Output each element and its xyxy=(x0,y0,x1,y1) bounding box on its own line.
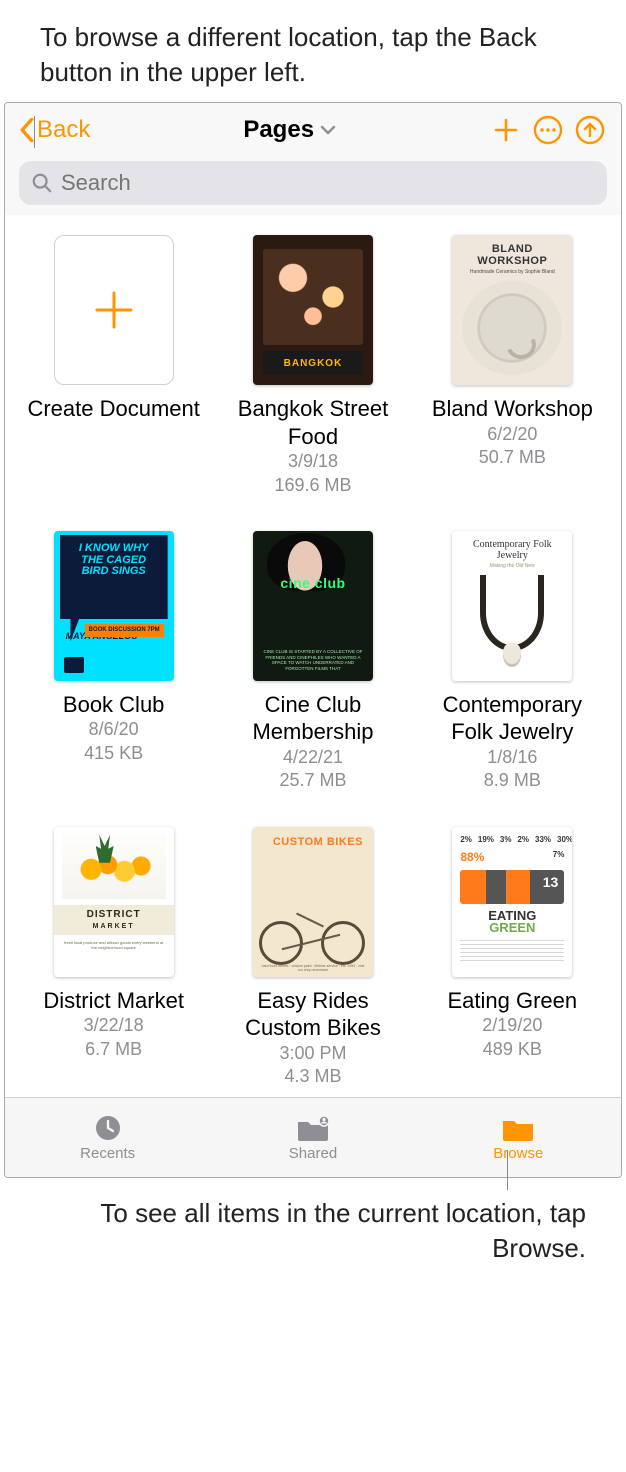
document-size: 415 KB xyxy=(84,742,143,765)
chevron-left-icon xyxy=(19,118,35,142)
document-title: Bangkok Street Food xyxy=(223,395,403,450)
document-date: 3/9/18 xyxy=(288,450,338,473)
create-document-thumb xyxy=(54,235,174,385)
callout-bottom: To see all items in the current location… xyxy=(0,1178,626,1296)
tab-label: Browse xyxy=(493,1145,543,1162)
chevron-down-icon xyxy=(320,124,336,136)
callout-top: To browse a different location, tap the … xyxy=(0,0,626,90)
document-size: 50.7 MB xyxy=(479,446,546,469)
document-date: 3/22/18 xyxy=(84,1014,144,1037)
tab-browse[interactable]: Browse xyxy=(416,1098,621,1177)
document-thumb: 2% 19% 3% 2% 33% 30% 88% 7% 13 EATINGGRE… xyxy=(452,827,572,977)
document-item[interactable]: Contemporary Folk Jewelry Making the Old… xyxy=(418,531,607,793)
callout-bottom-text: To see all items in the current location… xyxy=(100,1198,586,1263)
clock-icon xyxy=(89,1113,127,1143)
document-thumb: CUSTOM BIKES hand built frames · custom … xyxy=(253,827,373,977)
document-size: 169.6 MB xyxy=(274,474,351,497)
tab-shared[interactable]: Shared xyxy=(210,1098,415,1177)
add-button[interactable] xyxy=(489,113,523,147)
document-item[interactable]: BANGKOK Bangkok Street Food 3/9/18 169.6… xyxy=(218,235,407,497)
document-item[interactable]: DISTRICTMARKET fresh local produce and a… xyxy=(19,827,208,1089)
document-title: Bland Workshop xyxy=(432,395,593,423)
back-label: Back xyxy=(37,116,90,144)
document-thumb: I KNOW WHY THE CAGED BIRD SINGS MAYA ANG… xyxy=(54,531,174,681)
document-size: 4.3 MB xyxy=(284,1065,341,1088)
search-input[interactable] xyxy=(61,170,595,196)
document-thumb: DISTRICTMARKET fresh local produce and a… xyxy=(54,827,174,977)
document-title: Eating Green xyxy=(448,987,578,1015)
document-item[interactable]: I KNOW WHY THE CAGED BIRD SINGS MAYA ANG… xyxy=(19,531,208,793)
create-document-button[interactable]: Create Document xyxy=(19,235,208,497)
document-date: 6/2/20 xyxy=(487,423,537,446)
document-item[interactable]: BLAND WORKSHOP Handmade Ceramics by Soph… xyxy=(418,235,607,497)
document-thumb: BLAND WORKSHOP Handmade Ceramics by Soph… xyxy=(452,235,572,385)
document-title: Book Club xyxy=(63,691,165,719)
create-document-label: Create Document xyxy=(27,395,199,423)
document-thumb: Contemporary Folk Jewelry Making the Old… xyxy=(452,531,572,681)
tab-label: Recents xyxy=(80,1145,135,1162)
toolbar: Back Pages xyxy=(5,103,621,155)
upload-icon xyxy=(575,115,605,145)
search-field[interactable] xyxy=(19,161,607,205)
document-item[interactable]: 2% 19% 3% 2% 33% 30% 88% 7% 13 EATINGGRE… xyxy=(418,827,607,1089)
tab-recents[interactable]: Recents xyxy=(5,1098,210,1177)
callout-top-text: To browse a different location, tap the … xyxy=(40,22,537,87)
document-size: 8.9 MB xyxy=(484,769,541,792)
shared-folder-icon xyxy=(294,1113,332,1143)
document-date: 3:00 PM xyxy=(279,1042,346,1065)
plus-icon xyxy=(91,287,137,333)
document-item[interactable]: cine club CINE CLUB IS STARTED BY A COLL… xyxy=(218,531,407,793)
document-date: 8/6/20 xyxy=(89,718,139,741)
callout-leader xyxy=(34,116,35,148)
tab-label: Shared xyxy=(289,1145,337,1162)
location-title: Pages xyxy=(243,116,314,144)
back-button[interactable]: Back xyxy=(19,116,90,144)
document-date: 1/8/16 xyxy=(487,746,537,769)
location-title-button[interactable]: Pages xyxy=(243,116,336,144)
documents-grid: Create Document BANGKOK Bangkok Street F… xyxy=(5,215,621,1096)
document-thumb: BANGKOK xyxy=(253,235,373,385)
document-thumb: cine club CINE CLUB IS STARTED BY A COLL… xyxy=(253,531,373,681)
plus-icon xyxy=(492,116,520,144)
document-item[interactable]: CUSTOM BIKES hand built frames · custom … xyxy=(218,827,407,1089)
app-window: Back Pages Create Document xyxy=(4,102,622,1177)
document-size: 25.7 MB xyxy=(279,769,346,792)
document-title: District Market xyxy=(43,987,184,1015)
document-title: Contemporary Folk Jewelry xyxy=(422,691,602,746)
more-button[interactable] xyxy=(531,113,565,147)
folder-icon xyxy=(499,1113,537,1143)
callout-leader xyxy=(507,1150,508,1190)
document-date: 2/19/20 xyxy=(482,1014,542,1037)
document-title: Easy Rides Custom Bikes xyxy=(223,987,403,1042)
more-icon xyxy=(533,115,563,145)
document-title: Cine Club Membership xyxy=(223,691,403,746)
search-icon xyxy=(31,172,53,194)
tab-bar: Recents Shared Browse xyxy=(5,1097,621,1177)
upload-button[interactable] xyxy=(573,113,607,147)
document-size: 489 KB xyxy=(483,1038,542,1061)
document-date: 4/22/21 xyxy=(283,746,343,769)
document-size: 6.7 MB xyxy=(85,1038,142,1061)
